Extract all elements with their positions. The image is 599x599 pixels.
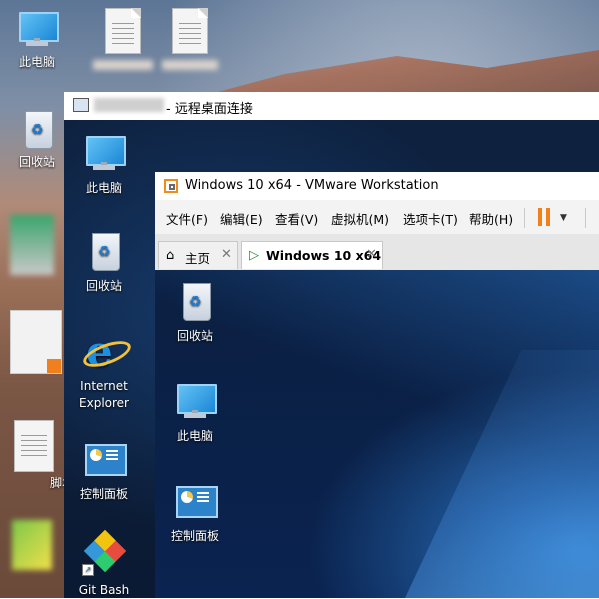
shortcut-arrow-icon: ↗ — [82, 564, 94, 576]
document-icon — [105, 8, 141, 54]
tab-windows-10-x64[interactable]: ▷ Windows 10 x64 ✕ — [241, 241, 383, 269]
outer-document-icon[interactable] — [10, 310, 62, 374]
blurred-filename — [93, 60, 153, 70]
guest-this-pc-label: 此电脑 — [176, 429, 213, 443]
guest-control-panel[interactable]: 控制面板 — [155, 480, 235, 545]
wallpaper-light-beam — [405, 350, 599, 598]
blurred-app-icon-2[interactable] — [12, 520, 52, 570]
rdp-control-panel-label: 控制面板 — [79, 487, 128, 501]
menu-tabs[interactable]: 选项卡(T) — [403, 209, 458, 228]
chevron-down-icon[interactable]: ▼ — [560, 213, 567, 223]
rdp-control-panel[interactable]: 控制面板 — [64, 438, 144, 503]
rdp-recycle-bin-label: 回收站 — [85, 279, 122, 293]
outer-this-pc-icon[interactable]: 此电脑 — [2, 8, 72, 70]
outer-file-icon-1[interactable] — [88, 8, 158, 70]
guest-control-panel-label: 控制面板 — [170, 529, 219, 543]
tab-vm-label: Windows 10 x64 — [266, 248, 382, 263]
document-icon — [172, 8, 208, 54]
vm-play-icon: ▷ — [249, 248, 259, 263]
script-file-icon[interactable] — [14, 420, 54, 472]
menu-view[interactable]: 查看(V) — [275, 209, 318, 228]
menu-help[interactable]: 帮助(H) — [469, 209, 513, 228]
outer-this-pc-label: 此电脑 — [18, 55, 55, 69]
toolbar-separator-2 — [585, 208, 586, 228]
computer-icon — [171, 380, 219, 424]
blurred-app-icon[interactable] — [10, 215, 54, 275]
vm-guest-screen[interactable]: ♻ 回收站 此电脑 控制面板 — [155, 270, 599, 598]
outer-recycle-bin-icon[interactable]: ♻ 回收站 — [2, 108, 72, 170]
remote-desktop-icon — [73, 98, 89, 112]
app-badge-icon — [47, 359, 61, 373]
control-panel-icon — [171, 480, 219, 524]
rdp-git-bash[interactable]: ↗ Git Bash — [64, 529, 144, 599]
computer-icon — [13, 8, 61, 52]
internet-explorer-icon: e — [80, 330, 134, 374]
home-icon: ⌂ — [166, 248, 175, 263]
pause-icon[interactable] — [538, 208, 550, 226]
git-bash-icon: ↗ — [80, 529, 128, 578]
rdp-recycle-bin[interactable]: ♻ 回收站 — [64, 230, 144, 295]
close-icon[interactable]: ✕ — [366, 247, 377, 262]
guest-recycle-bin[interactable]: ♻ 回收站 — [155, 280, 235, 345]
rdp-title-dash: - — [166, 102, 171, 117]
rdp-this-pc-label: 此电脑 — [85, 181, 122, 195]
control-panel-icon — [80, 438, 128, 482]
vmware-window[interactable]: Windows 10 x64 - VMware Workstation 文件(F… — [155, 172, 599, 598]
recycle-bin-icon: ♻ — [13, 108, 61, 152]
rdp-git-bash-label: Git Bash — [78, 583, 130, 597]
recycle-bin-icon: ♻ — [171, 280, 219, 324]
rdp-this-pc[interactable]: 此电脑 — [64, 132, 144, 197]
menu-file[interactable]: 文件(F) — [166, 209, 208, 228]
blurred-filename — [162, 60, 218, 70]
rdp-titlebar[interactable]: - 远程桌面连接 — [64, 92, 599, 120]
rdp-ie-label: Internet Explorer — [79, 379, 129, 410]
blurred-host-address — [94, 98, 164, 112]
guest-recycle-bin-label: 回收站 — [176, 329, 213, 343]
computer-icon — [80, 132, 128, 176]
vmware-title: Windows 10 x64 - VMware Workstation — [185, 178, 439, 193]
toolbar-separator — [524, 208, 525, 228]
menu-vm[interactable]: 虚拟机(M) — [331, 209, 389, 228]
outer-recycle-bin-label: 回收站 — [18, 155, 55, 169]
tab-home-label: 主页 — [185, 251, 211, 266]
guest-this-pc[interactable]: 此电脑 — [155, 380, 235, 445]
outer-file-icon-2[interactable] — [155, 8, 225, 70]
tab-home[interactable]: ⌂ 主页 ✕ — [158, 241, 238, 269]
vmware-tabbar: ⌂ 主页 ✕ ▷ Windows 10 x64 ✕ — [155, 234, 599, 271]
vmware-titlebar[interactable]: Windows 10 x64 - VMware Workstation — [155, 172, 599, 200]
rdp-title: 远程桌面连接 — [174, 102, 253, 117]
recycle-bin-icon: ♻ — [80, 230, 128, 274]
rdp-internet-explorer[interactable]: e Internet Explorer — [64, 330, 144, 412]
close-icon[interactable]: ✕ — [221, 247, 232, 262]
vmware-logo-icon — [164, 179, 178, 193]
vmware-menubar: 文件(F) 编辑(E) 查看(V) 虚拟机(M) 选项卡(T) 帮助(H) — [155, 200, 599, 234]
menu-edit[interactable]: 编辑(E) — [220, 209, 263, 228]
rdp-title-wrap: - 远程桌面连接 — [166, 98, 253, 117]
